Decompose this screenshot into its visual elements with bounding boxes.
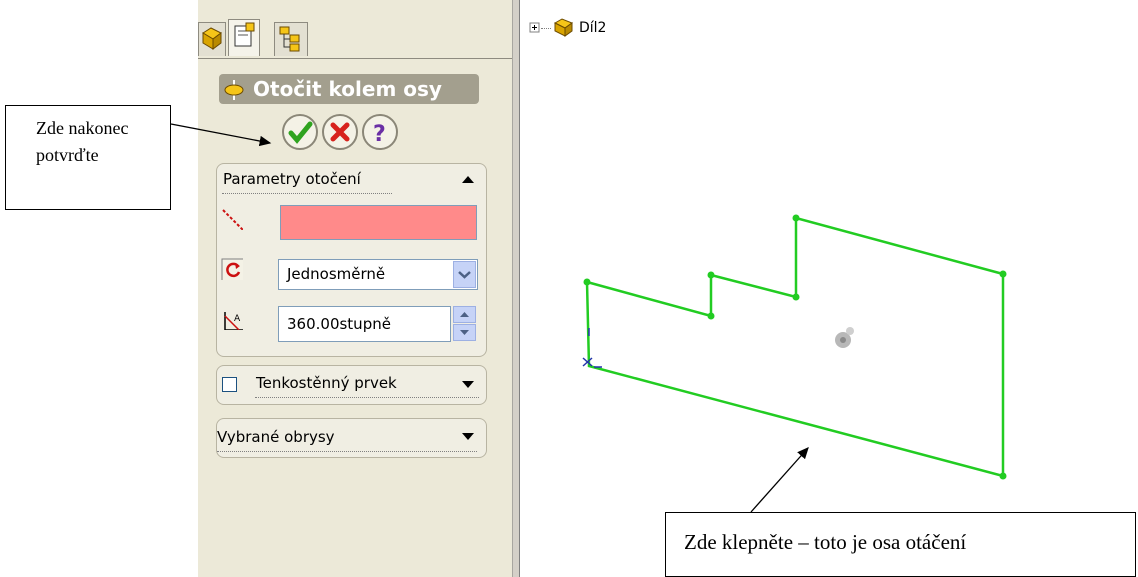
svg-text:?: ? [373, 122, 386, 147]
feature-title: Otočit kolem osy [253, 77, 442, 101]
expand-arrow-icon [462, 433, 474, 440]
revolve-parameters-title: Parametry otočení [223, 170, 361, 188]
revolve-angle-value: 360.00stupně [287, 315, 391, 333]
rotate-view-cursor-icon [835, 327, 854, 348]
help-button[interactable]: ? [362, 114, 398, 150]
callout-confirm-text: Zde nakonec potvrďte [36, 118, 129, 165]
tab-feature-manager[interactable] [198, 22, 226, 56]
revolve-angle-input[interactable]: 360.00stupně [278, 306, 451, 342]
group-header-underline [217, 451, 477, 452]
tab-configuration-manager[interactable] [274, 22, 308, 56]
revolve-feature-icon [224, 80, 244, 100]
thin-feature-label: Tenkostěnný prvek [256, 374, 397, 392]
sketch-profile[interactable] [585, 216, 1005, 478]
panel-splitter[interactable] [512, 0, 520, 577]
chevron-down-icon [458, 271, 471, 279]
group-header-underline [255, 397, 479, 398]
callout-axis-text: Zde klepněte – toto je osa otáčení [684, 530, 967, 554]
sketch-origin-icon [582, 328, 602, 368]
collapse-arrow-icon [462, 176, 474, 183]
spin-down-icon [460, 330, 469, 335]
angle-spin-down[interactable] [453, 324, 476, 341]
feature-tree-icon [202, 27, 222, 50]
axis-of-revolution-icon [222, 209, 243, 230]
configuration-tree-icon [279, 26, 300, 52]
reverse-direction-icon[interactable] [221, 258, 243, 280]
tab-property-manager[interactable] [228, 19, 260, 56]
spin-up-icon [460, 312, 469, 317]
cancel-button[interactable] [322, 114, 358, 150]
dropdown-button[interactable] [453, 261, 476, 288]
revolve-type-value: Jednosměrně [287, 265, 386, 283]
selected-contours-label: Vybrané obrysy [217, 428, 335, 446]
angle-icon: A [224, 312, 243, 330]
green-checkmark-icon [288, 121, 313, 144]
feature-title-bar: Otočit kolem osy [219, 74, 479, 104]
group-header-underline [222, 193, 392, 194]
question-mark-icon: ? [373, 122, 386, 147]
svg-text:A: A [234, 314, 241, 324]
angle-spin-up[interactable] [453, 306, 476, 323]
ok-button[interactable] [282, 114, 318, 150]
property-sheet-icon [234, 22, 255, 47]
red-x-icon [330, 122, 350, 142]
expand-arrow-icon [462, 381, 474, 388]
axis-of-revolution-field[interactable] [280, 205, 477, 240]
graphics-viewport[interactable] [520, 0, 1138, 577]
revolve-parameters-header[interactable]: Parametry otočení [216, 163, 487, 197]
thin-feature-checkbox[interactable] [222, 377, 237, 392]
revolve-type-select[interactable]: Jednosměrně [278, 259, 478, 290]
